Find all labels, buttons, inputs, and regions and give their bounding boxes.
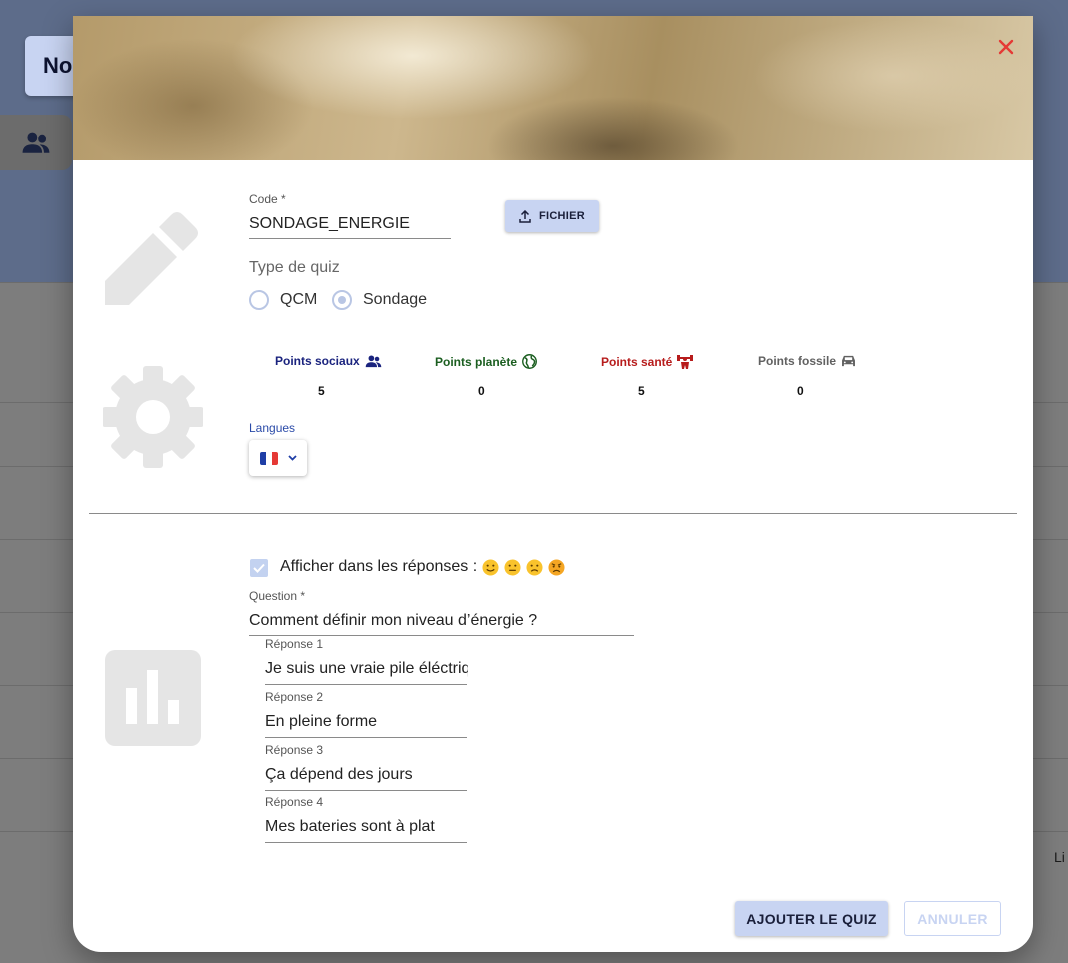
frown-emoji-icon (526, 558, 543, 576)
answer-4-underline (265, 842, 467, 843)
answer-1-underline (265, 684, 467, 685)
points-sante: Points santé (601, 354, 694, 369)
points-fossile-label: Points fossile (758, 354, 837, 368)
languages-label: Langues (249, 421, 296, 435)
show-in-answers-checkbox[interactable] (250, 559, 268, 577)
close-icon (998, 39, 1014, 55)
new-quiz-dialog: Code * SONDAGE_ENERGIE FICHIER Type de q… (73, 16, 1033, 952)
upload-icon (519, 209, 531, 223)
points-planete: Points planète (435, 354, 537, 369)
angry-emoji-icon (548, 558, 565, 576)
points-planete-label: Points planète (435, 354, 518, 369)
answer-3-input[interactable]: Ça dépend des jours (265, 766, 468, 784)
show-in-answers-text: Afficher dans les réponses : (280, 558, 478, 575)
add-quiz-button[interactable]: AJOUTER LE QUIZ (735, 901, 888, 936)
answer-4-input[interactable]: Mes bateries sont à plat (265, 818, 468, 836)
section-divider (89, 513, 1017, 514)
people-icon (22, 132, 50, 153)
points-sociaux-value: 5 (318, 384, 325, 398)
answer-2-underline (265, 737, 467, 738)
answer-2-label: Réponse 2 (265, 690, 324, 704)
code-input[interactable]: SONDAGE_ENERGIE (249, 215, 449, 233)
answer-1-input[interactable]: Je suis une vraie pile éléctrique (265, 660, 468, 678)
bar-chart-icon (105, 650, 201, 746)
radio-qcm[interactable] (249, 290, 269, 310)
answer-3-label: Réponse 3 (265, 743, 324, 757)
check-icon (253, 563, 265, 573)
points-planete-value: 0 (478, 384, 485, 398)
points-sante-value: 5 (638, 384, 645, 398)
points-fossile-value: 0 (797, 384, 804, 398)
gear-icon (103, 366, 203, 468)
people-icon (365, 354, 381, 367)
banner-image (73, 16, 1033, 160)
question-input[interactable]: Comment définir mon niveau d’énergie ? (249, 612, 633, 630)
show-in-answers-label: Afficher dans les réponses : (280, 558, 565, 576)
quiz-type-label: Type de quiz (249, 259, 340, 276)
answer-4-label: Réponse 4 (265, 795, 324, 809)
cancel-button[interactable]: ANNULER (904, 901, 1001, 936)
file-upload-button[interactable]: FICHIER (505, 200, 599, 232)
radio-qcm-label: QCM (280, 291, 318, 308)
car-icon (842, 355, 855, 367)
code-label: Code * (249, 192, 286, 206)
answer-2-input[interactable]: En pleine forme (265, 713, 468, 731)
chevron-down-icon (287, 455, 297, 461)
muscle-icon (677, 355, 694, 369)
nav-people-button[interactable] (0, 115, 72, 170)
globe-icon (522, 354, 537, 369)
languages-select[interactable] (249, 440, 307, 476)
file-button-label: FICHIER (538, 210, 586, 222)
points-fossile: Points fossile (758, 354, 856, 368)
points-sante-label: Points santé (601, 354, 673, 369)
radio-sondage[interactable] (332, 290, 352, 310)
question-underline (249, 635, 634, 636)
points-sociaux-label: Points sociaux (275, 354, 360, 368)
radio-sondage-label: Sondage (363, 291, 428, 308)
france-flag-icon (259, 451, 278, 465)
question-label: Question * (249, 589, 306, 603)
code-underline (249, 238, 451, 239)
smile-emoji-icon (482, 558, 499, 576)
answer-3-underline (265, 790, 467, 791)
close-button[interactable] (991, 32, 1021, 62)
answer-1-label: Réponse 1 (265, 637, 324, 651)
pencil-icon (105, 212, 198, 305)
background-edge-text: Li (1054, 849, 1065, 865)
points-sociaux: Points sociaux (275, 354, 382, 368)
neutral-emoji-icon (504, 558, 521, 576)
